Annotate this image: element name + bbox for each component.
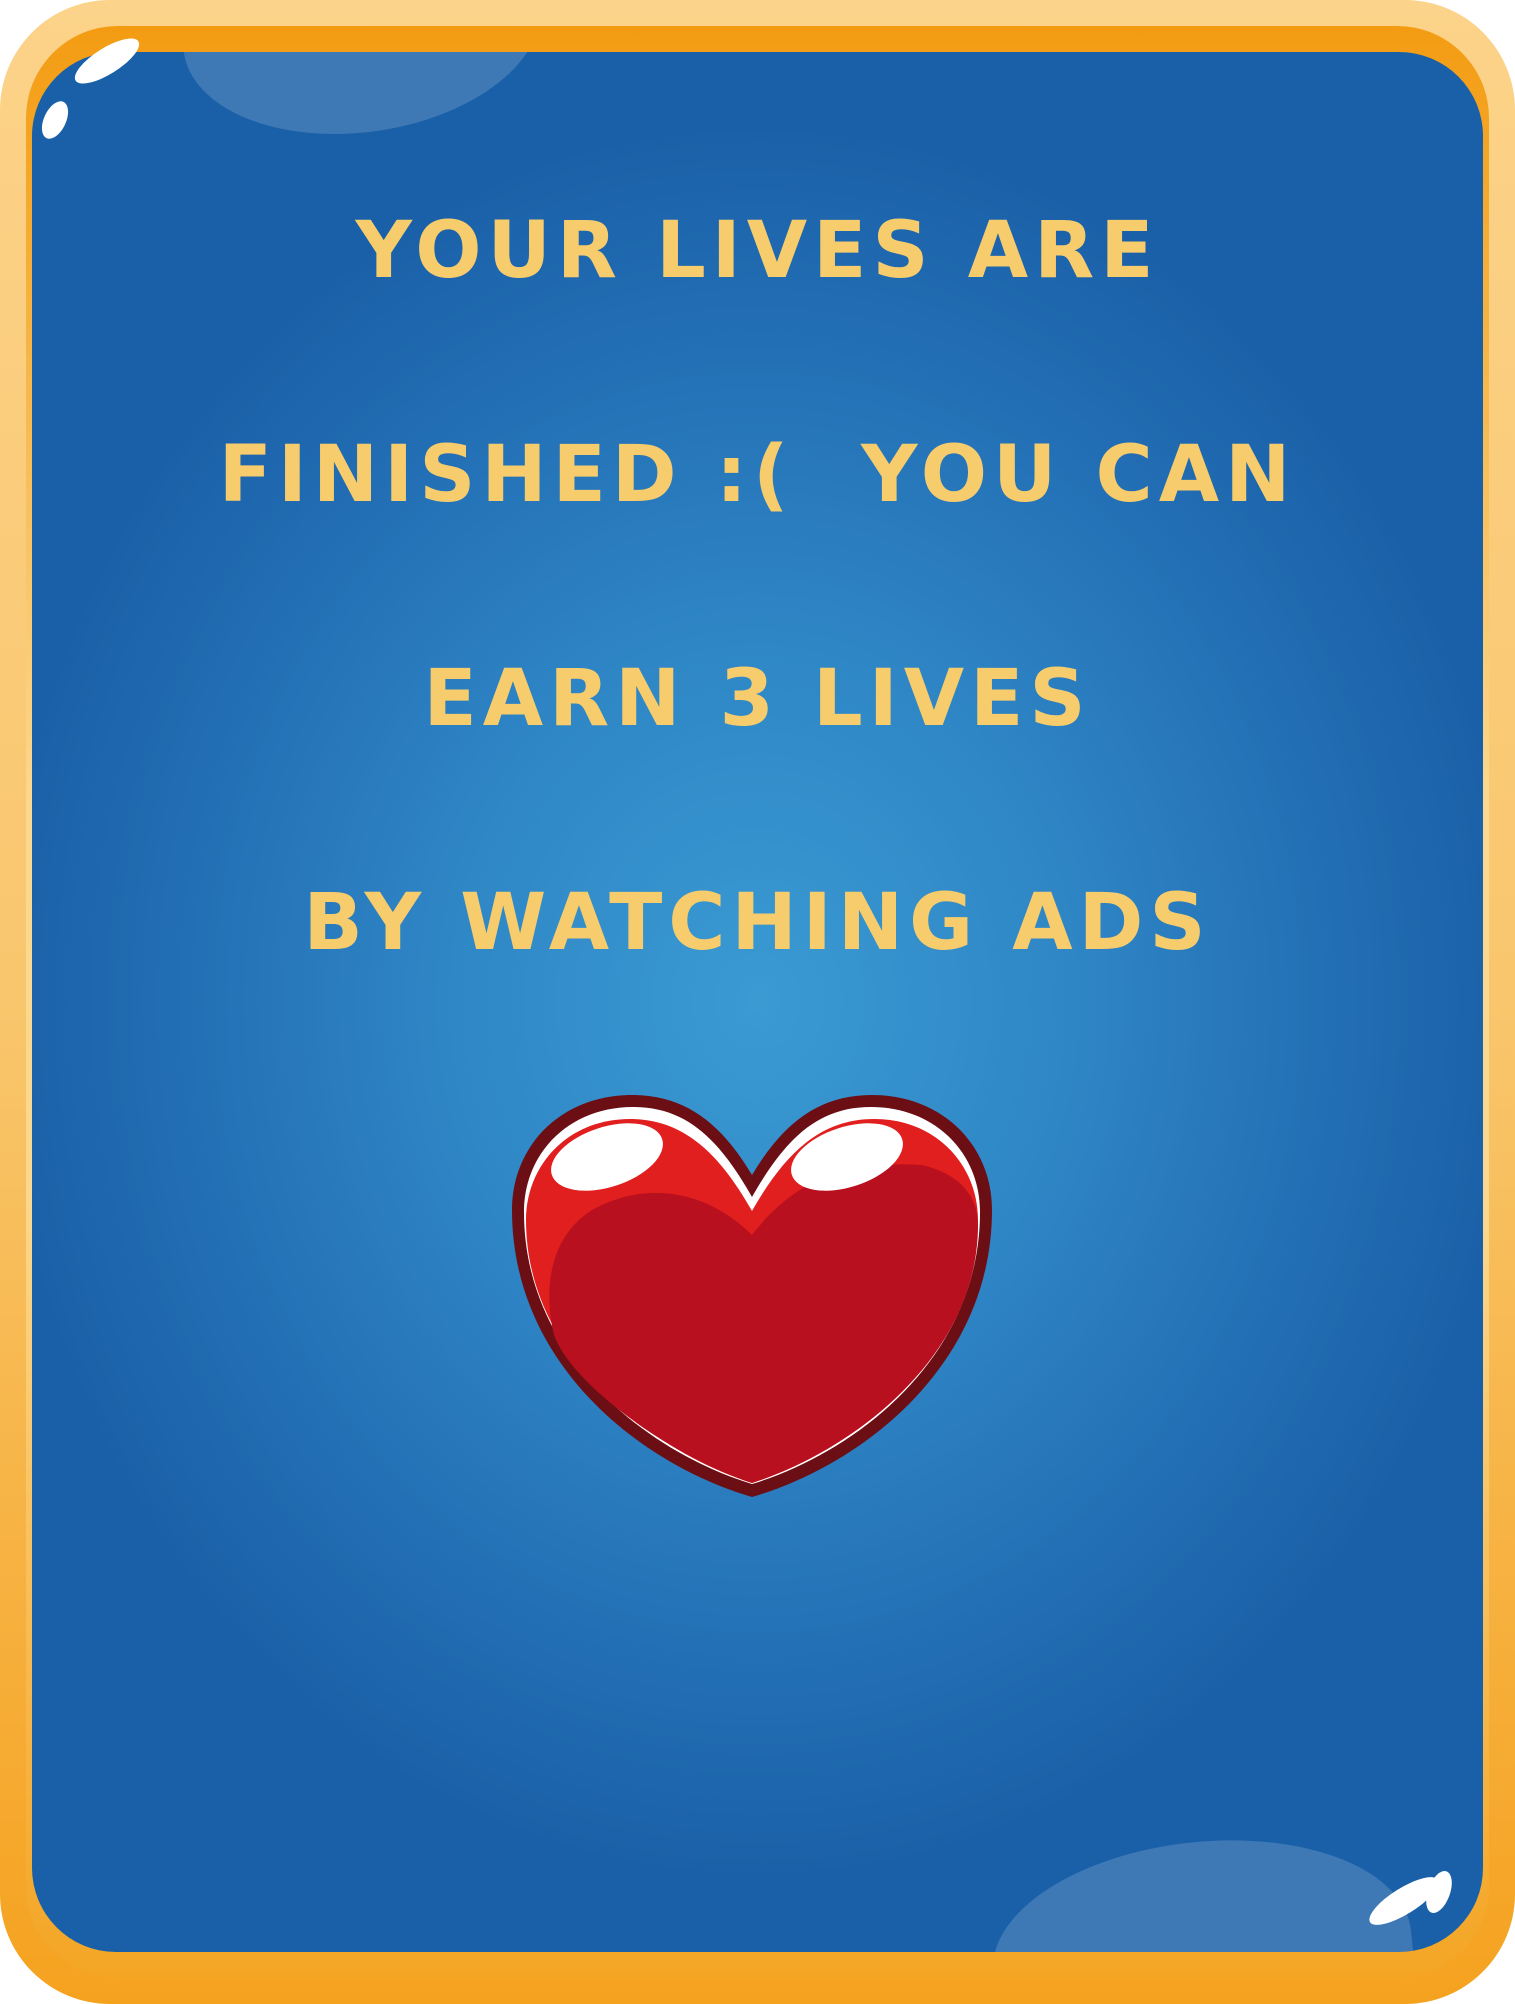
dialog-panel — [32, 52, 1483, 1952]
message-line-1: YOUR LIVES ARE — [355, 206, 1160, 296]
panel-shine-bottom — [981, 1820, 1423, 1952]
panel-shine-top — [169, 52, 555, 157]
lives-finished-dialog: YOUR LIVES ARE FINISHED :( YOU CAN EARN … — [0, 0, 1515, 2004]
heart-icon — [512, 1095, 992, 1497]
message-line-4: BY WATCHING ADS — [303, 878, 1212, 968]
message-line-2: FINISHED :( YOU CAN — [218, 430, 1297, 520]
message-line-3: EARN 3 LIVES — [423, 654, 1092, 744]
